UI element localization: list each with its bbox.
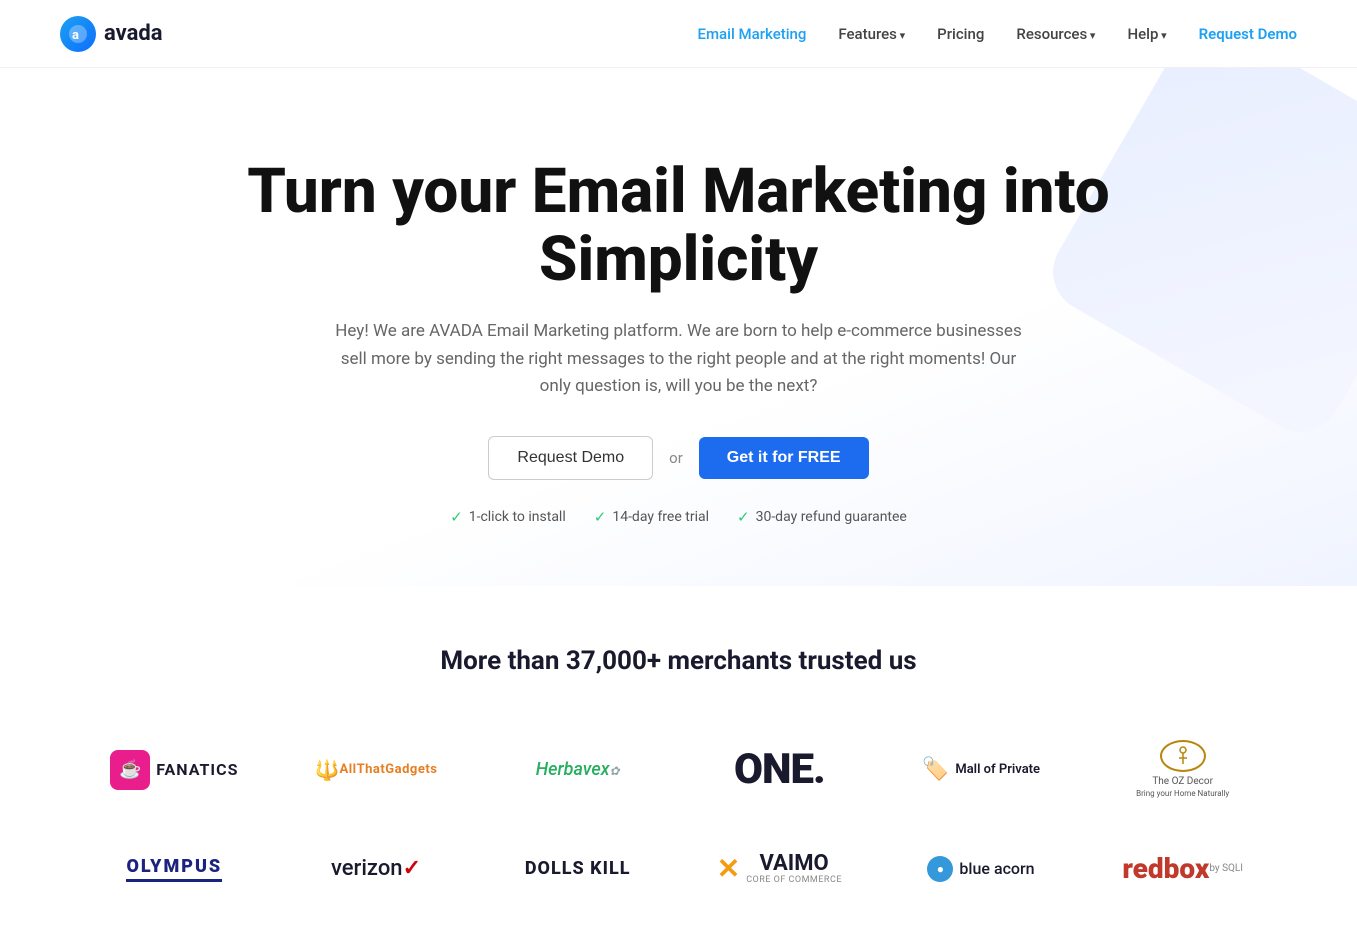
nav-features[interactable]: Features <box>838 25 905 43</box>
list-item: verizon✓ <box>280 840 472 897</box>
redbox-main-text: redbox <box>1122 854 1209 885</box>
redbox-logo: redbox by SQLI <box>1122 854 1243 885</box>
check-icon-2: ✓ <box>594 508 607 526</box>
badge-trial: ✓ 14-day free trial <box>594 508 709 526</box>
allthat-icon: 🔱 <box>315 758 340 782</box>
list-item: 🏷️ Mall of Private <box>885 741 1077 798</box>
list-item: 🔱 AllThatGadgets <box>280 742 472 798</box>
vaimo-x-icon: ✕ <box>717 852 740 885</box>
one-logo: ONE. <box>734 745 825 794</box>
hero-section: Turn your Email Marketing into Simplicit… <box>0 68 1357 586</box>
fanatics-text: FANATICS <box>156 760 238 779</box>
list-item: ● blue acorn <box>885 840 1077 898</box>
one-text: ONE. <box>734 745 825 794</box>
list-item: The OZ DecorBring your Home Naturally <box>1087 724 1279 816</box>
olympus-text: OLYMPUS <box>126 856 222 882</box>
trusted-heading: More than 37,000+ merchants trusted us <box>60 646 1297 676</box>
logo[interactable]: a avada <box>60 16 163 52</box>
hero-content: Turn your Email Marketing into Simplicit… <box>60 158 1297 526</box>
logo-text: avada <box>104 21 163 46</box>
blueacorn-logo: ● blue acorn <box>927 856 1034 882</box>
vaimo-logo: ✕ VAIMO CORE OF COMMERCE <box>717 852 842 886</box>
check-icon-1: ✓ <box>450 508 463 526</box>
ozdecor-text: The OZ DecorBring your Home Naturally <box>1136 776 1229 800</box>
allthat-text: AllThatGadgets <box>339 762 437 778</box>
check-icon-3: ✓ <box>737 508 750 526</box>
herbavex-text: Herbavex✿ <box>536 759 620 780</box>
blueacorn-icon: ● <box>927 856 953 882</box>
badge-install: ✓ 1-click to install <box>450 508 566 526</box>
hero-heading: Turn your Email Marketing into Simplicit… <box>229 158 1129 294</box>
logos-grid: ☕ FANATICS 🔱 AllThatGadgets Herbavex✿ ON… <box>79 724 1279 902</box>
nav-request-demo[interactable]: Request Demo <box>1199 25 1297 43</box>
olympus-logo: OLYMPUS <box>126 856 222 882</box>
nav-pricing[interactable]: Pricing <box>937 25 984 43</box>
nav-help[interactable]: Help <box>1127 25 1166 43</box>
list-item: ☕ FANATICS <box>79 734 271 806</box>
request-demo-button[interactable]: Request Demo <box>488 436 653 480</box>
hero-buttons: Request Demo or Get it for FREE <box>60 436 1297 480</box>
redbox-sub-text: by SQLI <box>1209 863 1243 874</box>
or-separator: or <box>669 449 683 467</box>
hero-badges: ✓ 1-click to install ✓ 14-day free trial… <box>60 508 1297 526</box>
mallofprivate-icon: 🏷️ <box>922 757 949 782</box>
dollskill-logo: DOLLS KILL <box>525 858 631 879</box>
badge-install-text: 1-click to install <box>469 509 566 525</box>
badge-refund-text: 30-day refund guarantee <box>756 509 907 525</box>
nav-resources[interactable]: Resources <box>1016 25 1095 43</box>
mallofprivate-text: Mall of Private <box>955 762 1040 777</box>
vaimo-text: VAIMO CORE OF COMMERCE <box>746 852 842 886</box>
list-item: DOLLS KILL <box>482 842 674 895</box>
list-item: OLYMPUS <box>79 840 271 898</box>
trusted-section: More than 37,000+ merchants trusted us ☕… <box>0 586 1357 942</box>
mallofprivate-logo: 🏷️ Mall of Private <box>922 757 1040 782</box>
verizon-text: verizon✓ <box>331 856 421 881</box>
herbavex-logo: Herbavex✿ <box>536 759 620 780</box>
logo-icon: a <box>60 16 96 52</box>
nav-email-marketing[interactable]: Email Marketing <box>698 25 807 43</box>
dollskill-text: DOLLS KILL <box>525 858 631 879</box>
navbar: a avada Email Marketing Features Pricing… <box>0 0 1357 68</box>
list-item: redbox by SQLI <box>1087 838 1279 901</box>
verizon-logo: verizon✓ <box>331 856 421 881</box>
list-item: Herbavex✿ <box>482 743 674 796</box>
badge-trial-text: 14-day free trial <box>612 509 709 525</box>
nav-links: Email Marketing Features Pricing Resourc… <box>698 24 1297 43</box>
allthat-logo: 🔱 AllThatGadgets <box>315 758 438 782</box>
ozdecor-circle-icon <box>1160 740 1206 772</box>
svg-text:a: a <box>72 28 79 43</box>
list-item: ✕ VAIMO CORE OF COMMERCE <box>684 836 876 902</box>
get-free-button[interactable]: Get it for FREE <box>699 437 869 479</box>
blueacorn-text: blue acorn <box>959 859 1034 878</box>
ozdecor-logo: The OZ DecorBring your Home Naturally <box>1136 740 1229 800</box>
fanatics-logo: ☕ FANATICS <box>110 750 238 790</box>
fanatics-icon: ☕ <box>110 750 150 790</box>
hero-subtext: Hey! We are AVADA Email Marketing platfo… <box>329 318 1029 400</box>
badge-refund: ✓ 30-day refund guarantee <box>737 508 907 526</box>
list-item: ONE. <box>684 729 876 810</box>
